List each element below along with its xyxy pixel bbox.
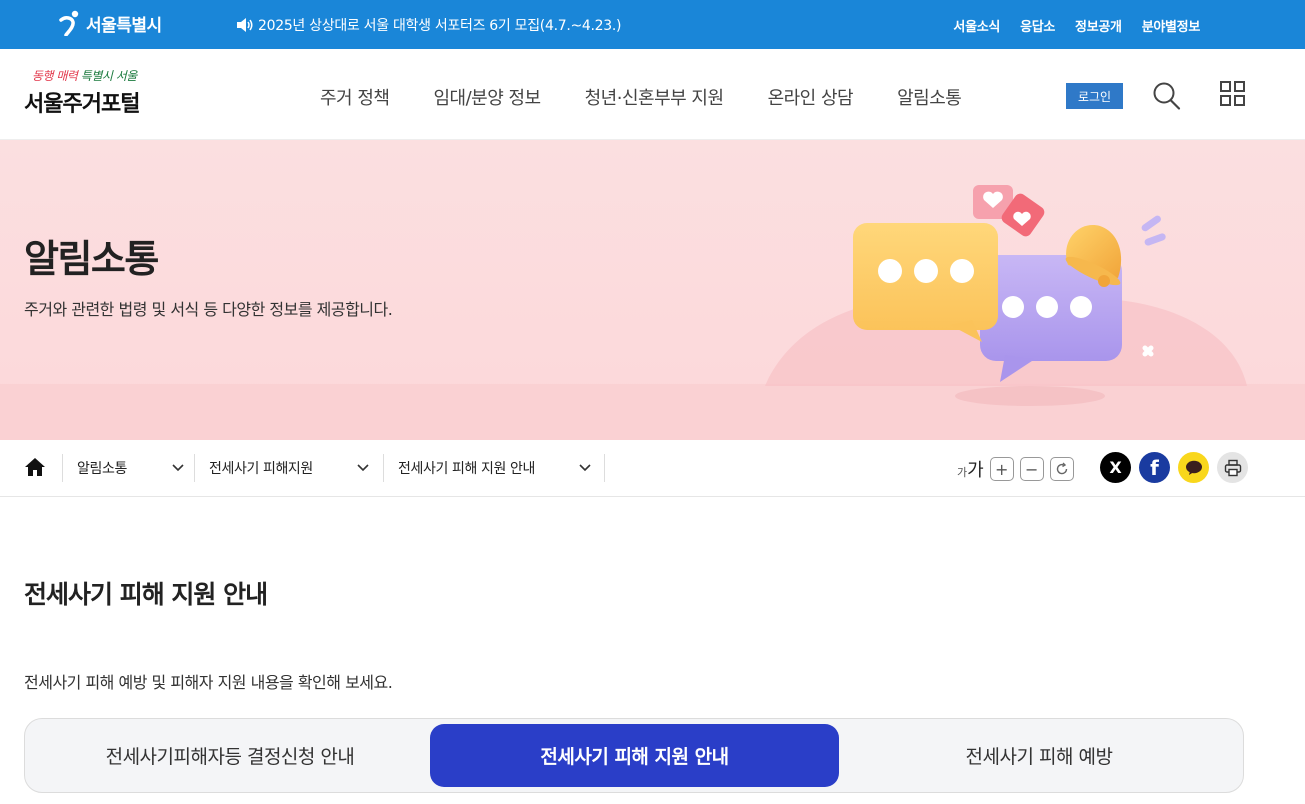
portal-name: 서울주거포털 [24,92,140,117]
page-description: 전세사기 피해 예방 및 피해자 지원 내용을 확인해 보세요. [24,673,393,692]
home-button[interactable] [24,456,46,478]
breadcrumb-divider [604,454,605,482]
site-header: 동행 매력 특별시 서울 서울주거포털 주거 정책 임대/분양 정보 청년·신혼… [0,49,1305,140]
breadcrumb-item-level3[interactable]: 전세사기 피해 지원 안내 [383,454,591,482]
font-decrease-button[interactable]: − [1019,457,1044,481]
facebook-icon: f [1150,455,1159,480]
nav-housing-policy[interactable]: 주거 정책 [320,84,390,110]
chevron-down-icon [579,464,591,472]
seoul-logo-icon [59,10,79,36]
seoul-label: 서울특별시 [86,15,162,36]
portal-logo[interactable]: 동행 매력 특별시 서울 서울주거포털 [24,67,140,118]
search-button[interactable] [1152,80,1182,112]
hero-banner: 알림소통 주거와 관련한 법령 및 서식 등 다양한 정보를 제공합니다. [0,140,1305,440]
util-link-eungdapso[interactable]: 응답소 [1020,16,1055,35]
share-facebook-button[interactable]: f [1139,452,1170,483]
font-size-label: 가가 [957,460,984,481]
breadcrumb-label: 전세사기 피해 지원 안내 [398,461,535,477]
chat-bubbles-illustration [765,185,1247,406]
nav-notice-communication[interactable]: 알림소통 [897,84,962,110]
font-reset-button[interactable] [1049,457,1074,481]
top-bar: 서울특별시 2025년 상상대로 서울 대학생 서포터즈 6기 모집(4.7.~… [0,0,1305,49]
home-icon [25,458,45,476]
breadcrumb-label: 알림소통 [77,461,127,477]
share-buttons: X f [1100,452,1248,483]
print-button[interactable] [1217,452,1248,483]
kakao-icon [1185,460,1202,475]
main-nav: 주거 정책 임대/분양 정보 청년·신혼부부 지원 온라인 상담 알림소통 [320,84,1005,110]
tab-decision-application[interactable]: 전세사기피해자등 결정신청 안내 [30,724,430,787]
font-size-control: 가가 + − [957,456,1074,482]
chevron-down-icon [172,464,184,472]
breadcrumb-label: 전세사기 피해지원 [209,461,313,477]
font-increase-button[interactable]: + [989,457,1014,481]
breadcrumb-item-level1[interactable]: 알림소통 [62,454,184,482]
util-link-news[interactable]: 서울소식 [953,16,1000,35]
hero-description: 주거와 관련한 법령 및 서식 등 다양한 정보를 제공합니다. [24,300,393,319]
hero-title: 알림소통 [24,237,159,281]
util-link-info-disclosure[interactable]: 정보공개 [1075,16,1122,35]
reset-icon [1056,462,1067,475]
notice-text: 2025년 상상대로 서울 대학생 서포터즈 6기 모집(4.7.~4.23.) [258,18,622,34]
printer-icon [1224,459,1241,476]
seoul-slogan: 동행 매력 특별시 서울 [32,69,137,83]
util-link-field-info[interactable]: 분야별정보 [1142,16,1201,35]
notice-ticker[interactable]: 2025년 상상대로 서울 대학생 서포터즈 6기 모집(4.7.~4.23.) [236,15,622,35]
search-icon [1153,82,1181,110]
seoul-city-logo[interactable]: 서울특별시 [58,10,162,36]
nav-youth-newlywed[interactable]: 청년·신혼부부 지원 [585,84,724,110]
grid-menu-icon [1220,81,1245,106]
tab-support-guide-active[interactable]: 전세사기 피해 지원 안내 [430,724,839,787]
utility-links: 서울소식 응답소 정보공개 분야별정보 [953,16,1200,35]
nav-online-consult[interactable]: 온라인 상담 [768,84,854,110]
content-tabs: 전세사기피해자등 결정신청 안내 전세사기 피해 지원 안내 전세사기 피해 예… [24,718,1244,793]
tab-prevention[interactable]: 전세사기 피해 예방 [839,724,1239,787]
page-title: 전세사기 피해 지원 안내 [24,580,268,609]
share-kakao-button[interactable] [1178,452,1209,483]
nav-rental-sale-info[interactable]: 임대/분양 정보 [433,84,541,110]
speaker-icon [237,18,253,32]
login-button[interactable]: 로그인 [1066,83,1123,109]
breadcrumb-item-level2[interactable]: 전세사기 피해지원 [194,454,369,482]
x-icon: X [1109,458,1122,477]
share-x-button[interactable]: X [1100,452,1131,483]
all-menu-button[interactable] [1219,80,1247,108]
chevron-down-icon [357,464,369,472]
